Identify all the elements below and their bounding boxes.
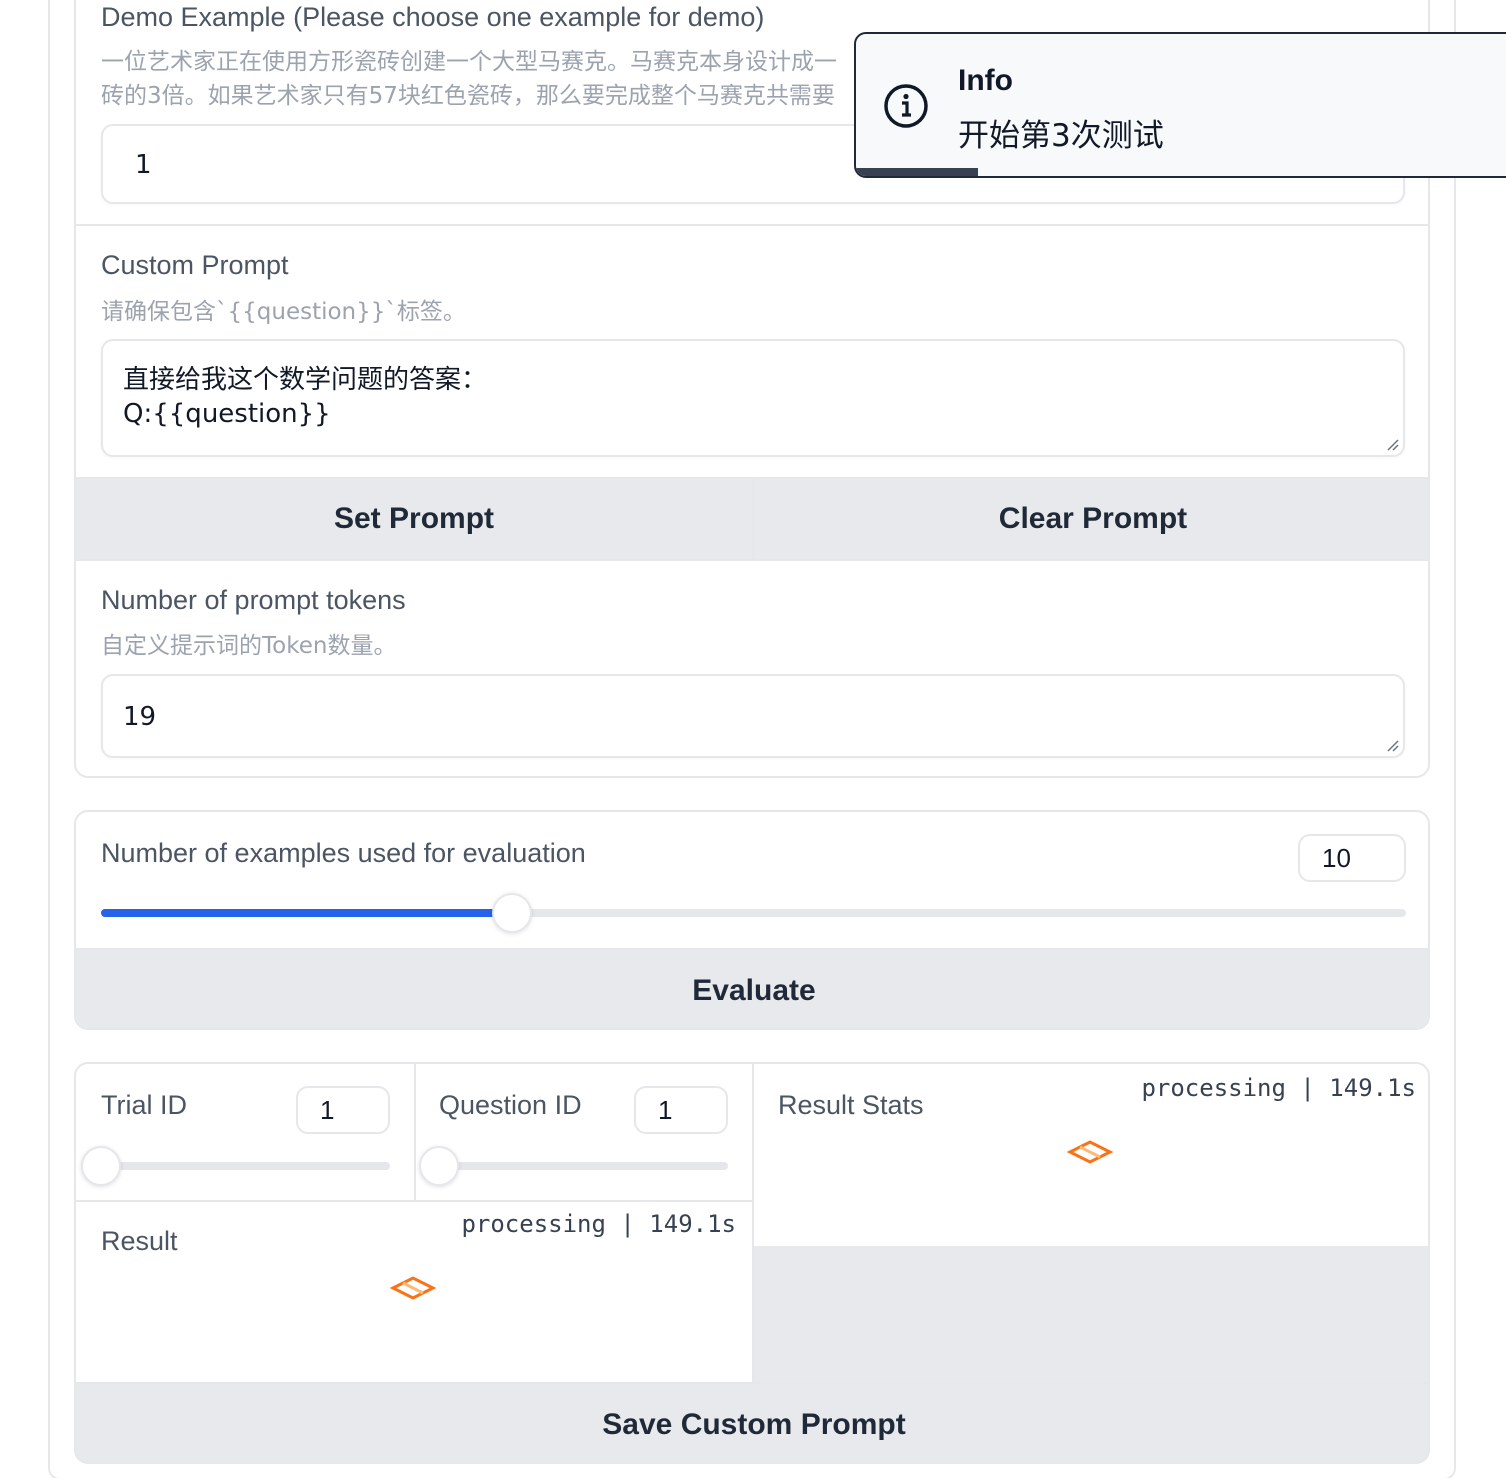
set-prompt-button[interactable]: Set Prompt xyxy=(76,479,752,559)
eval-examples-label: Number of examples used for evaluation xyxy=(101,838,586,868)
trial-id-slider[interactable] xyxy=(101,1162,390,1170)
evaluate-button[interactable]: Evaluate xyxy=(76,950,1428,1028)
result-stats-block: Result Stats processing | 149.1s xyxy=(754,1064,1428,1246)
result-stats-status: processing | 149.1s xyxy=(1141,1074,1416,1102)
evaluation-panel: Number of examples used for evaluation 1… xyxy=(74,810,1430,1030)
result-status: processing | 149.1s xyxy=(461,1210,736,1238)
custom-prompt-line2: Q:{{question}} xyxy=(123,399,331,429)
toast-progress-bar xyxy=(856,168,978,176)
toast-title: Info xyxy=(958,64,1013,97)
question-id-block: Question ID 1 xyxy=(416,1064,752,1200)
eval-examples-number-input[interactable]: 10 xyxy=(1298,834,1406,882)
eval-examples-slider-fill xyxy=(101,909,513,917)
demo-example-value: 1 xyxy=(135,150,152,180)
eval-examples-slider-thumb[interactable] xyxy=(492,893,533,933)
custom-prompt-line1: 直接给我这个数学问题的答案： xyxy=(123,365,488,395)
trial-id-block: Trial ID 1 xyxy=(76,1064,414,1200)
prompt-tokens-textarea[interactable]: 19 xyxy=(101,674,1405,758)
custom-prompt-textarea[interactable]: 直接给我这个数学问题的答案： Q:{{question}} xyxy=(101,339,1405,457)
toast-message: 开始第3次测试 xyxy=(958,118,1164,154)
prompt-tokens-label: Number of prompt tokens xyxy=(101,585,406,615)
demo-example-label: Demo Example (Please choose one example … xyxy=(101,2,765,32)
custom-prompt-info: 请确保包含`{{question}}`标签。 xyxy=(101,299,466,325)
demo-example-info-line1: 一位艺术家正在使用方形瓷砖创建一个大型马赛克。马赛克本身设计成一 xyxy=(101,49,837,75)
clear-prompt-button[interactable]: Clear Prompt xyxy=(754,479,1428,559)
info-icon xyxy=(884,84,928,128)
resize-grip-icon[interactable] xyxy=(1385,437,1399,451)
demo-example-info-line2: 砖的3倍。如果艺术家只有57块红色瓷砖，那么要完成整个马赛克共需要 xyxy=(101,83,835,109)
eval-examples-slider[interactable] xyxy=(101,909,1406,917)
trial-id-number-input[interactable]: 1 xyxy=(296,1086,390,1134)
prompt-tokens-info: 自定义提示词的Token数量。 xyxy=(101,633,397,659)
divider xyxy=(76,224,1428,226)
custom-prompt-label: Custom Prompt xyxy=(101,250,289,280)
trial-id-slider-thumb[interactable] xyxy=(81,1146,121,1186)
result-label: Result xyxy=(101,1226,178,1256)
question-id-slider[interactable] xyxy=(439,1162,728,1170)
result-stats-label: Result Stats xyxy=(778,1090,924,1120)
resize-grip-icon[interactable] xyxy=(1385,738,1399,752)
results-panel: Trial ID 1 Question ID 1 Result Stats pr… xyxy=(74,1062,1430,1464)
info-toast[interactable]: Info 开始第3次测试 xyxy=(854,32,1506,178)
prompt-tokens-value: 19 xyxy=(123,702,157,732)
question-id-label: Question ID xyxy=(439,1090,582,1120)
trial-id-label: Trial ID xyxy=(101,1090,187,1120)
loading-spinner-icon xyxy=(389,1276,437,1300)
save-custom-prompt-button[interactable]: Save Custom Prompt xyxy=(76,1384,1428,1462)
question-id-slider-thumb[interactable] xyxy=(419,1146,459,1186)
result-block: Result processing | 149.1s xyxy=(76,1202,752,1382)
question-id-number-input[interactable]: 1 xyxy=(634,1086,728,1134)
loading-spinner-icon xyxy=(1066,1140,1114,1164)
divider xyxy=(76,559,1428,561)
